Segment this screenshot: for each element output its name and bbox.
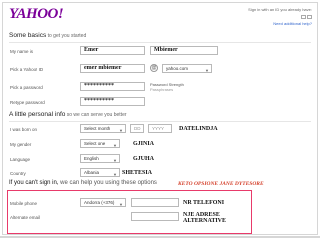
language-label: Language [10, 157, 31, 162]
chevron-down-icon: ▼ [113, 158, 117, 163]
personal-title: A little personal info [9, 111, 66, 118]
basics-title: Some basics [9, 32, 47, 39]
born-label: I was born on [10, 127, 38, 132]
personal-subtitle: so we can serve you better [65, 112, 127, 118]
header-signin: Sign in with an ID you already have: Nee… [248, 6, 312, 27]
gender-value: Select one [84, 141, 106, 146]
language-select[interactable]: English ▼ [80, 154, 120, 163]
mobile-phone-input[interactable] [131, 198, 179, 207]
last-name-input[interactable]: Mbiemer [150, 46, 218, 55]
password-strength-value: Passphrases [150, 87, 174, 92]
domain-select[interactable]: yahoo.com ▼ [162, 64, 212, 73]
annotation-optional: KETO OPSIONE JANE DYTESORE [178, 181, 264, 187]
personal-section-title: A little personal info so we can serve y… [9, 111, 127, 118]
country-value: Albania [84, 170, 100, 175]
facebook-icon[interactable] [301, 14, 306, 19]
annotation-birth: DATELINDJA [179, 126, 218, 132]
country-label: Country [10, 171, 26, 176]
divider [9, 121, 311, 122]
month-value: Select month [84, 126, 111, 131]
chevron-down-icon: ▼ [119, 202, 123, 207]
mobile-label: Mobile phone [10, 201, 38, 206]
chevron-down-icon: ▼ [113, 143, 117, 148]
domain-value: yahoo.com [166, 66, 189, 71]
annotation-language: GJUHA [133, 156, 154, 162]
gender-select[interactable]: Select one ▼ [80, 139, 120, 148]
country-code-value: Andorra (+376) [84, 200, 115, 205]
country-code-select[interactable]: Andorra (+376) ▼ [80, 198, 126, 207]
recovery-section-title: If you can't sign in, we can help you us… [9, 180, 157, 186]
chevron-down-icon: ▼ [113, 172, 117, 177]
birth-day-input[interactable]: DD [130, 124, 144, 133]
yahoo-id-input[interactable]: emer mbiemer [80, 64, 145, 73]
basics-subtitle: to get you started [46, 33, 87, 39]
name-label: My name is [10, 49, 34, 54]
divider [9, 42, 311, 43]
birth-year-input[interactable]: YYYY [148, 124, 172, 133]
annotation-email-line2: ALTERNATIVE [183, 218, 227, 224]
provider-icons[interactable] [248, 13, 312, 20]
recovery-subtitle: we can help you using these options [58, 180, 157, 186]
annotation-email: NJE ADRESE ALTERNATIVE [183, 212, 226, 224]
divider [0, 236, 320, 238]
retype-password-input[interactable]: ********** [80, 97, 145, 106]
chevron-down-icon: ▼ [205, 68, 209, 73]
first-name-input[interactable]: Emer [80, 46, 145, 55]
retype-label: Retype password [10, 100, 45, 105]
password-input[interactable]: ********** [80, 82, 145, 91]
google-icon[interactable] [307, 14, 312, 19]
country-select[interactable]: Albania ▼ [80, 168, 120, 177]
alt-email-label: Alternate email [10, 215, 41, 220]
basics-section-title: Some basics to get you started [9, 32, 86, 39]
language-value: English [84, 156, 99, 161]
yahoo-logo: YAHOO! [9, 6, 64, 22]
annotation-phone: NR TELEFONI [183, 200, 225, 206]
alt-email-input[interactable] [131, 212, 179, 221]
recovery-title: If you can't sign in, [9, 180, 59, 186]
annotation-gender: GJINIA [133, 141, 155, 147]
gender-label: My gender [10, 142, 32, 147]
password-label: Pick a password [10, 85, 43, 90]
birth-month-select[interactable]: Select month ▼ [80, 124, 126, 133]
help-link[interactable]: Need additional help? [248, 20, 312, 27]
chevron-down-icon: ▼ [119, 128, 123, 133]
signin-with-text: Sign in with an ID you already have: [248, 7, 312, 12]
yahoo-id-label: Pick a Yahoo! ID [10, 67, 44, 72]
at-sign-icon: @ [150, 64, 158, 72]
password-strength: Password Strength Passphrases [150, 82, 184, 92]
annotation-country: SHETESIA [122, 170, 153, 176]
